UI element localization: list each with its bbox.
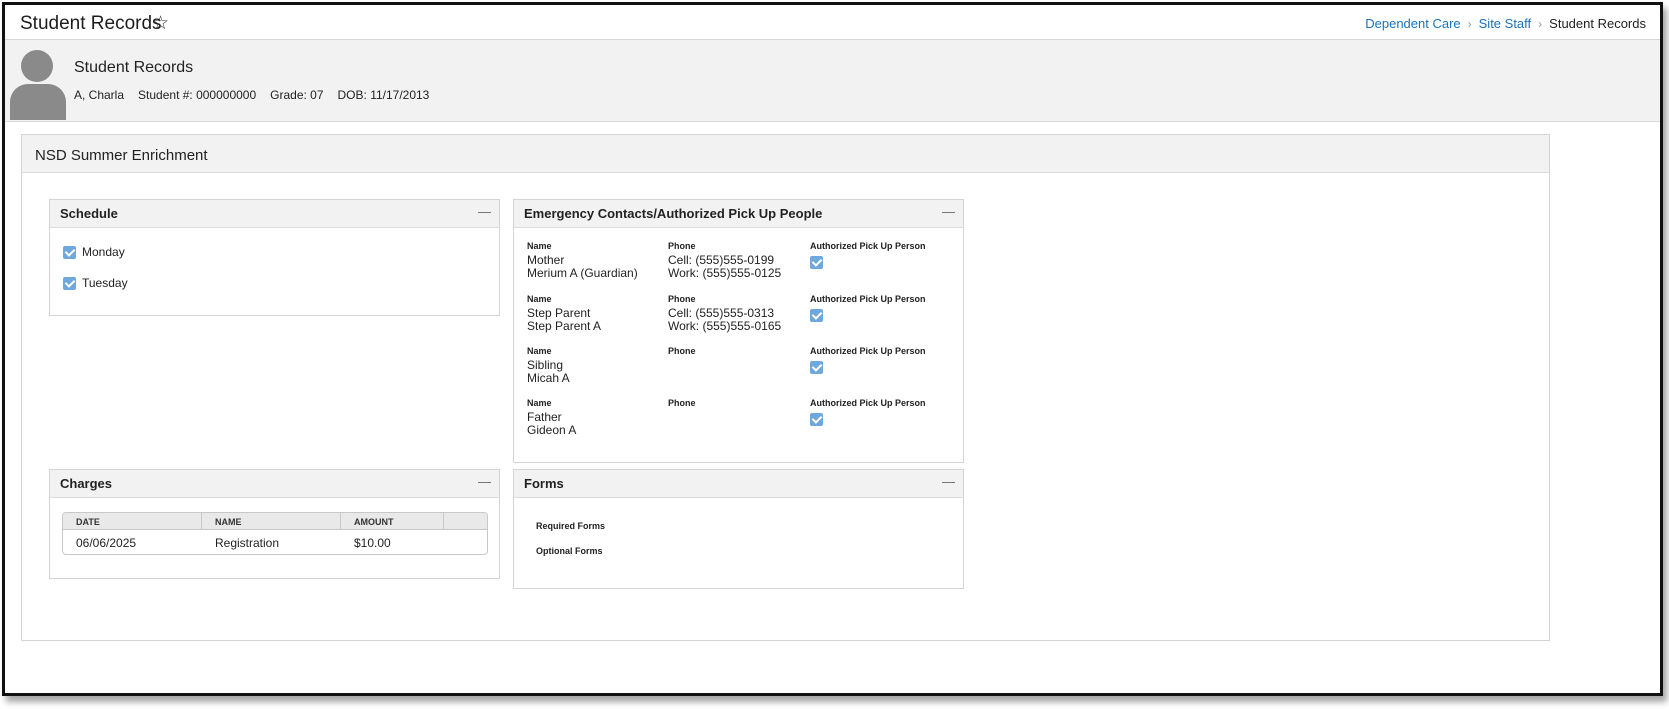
breadcrumb-student-records: Student Records xyxy=(1549,16,1646,31)
required-forms-label: Required Forms xyxy=(536,521,606,531)
forms-title: Forms xyxy=(524,476,564,491)
phone-header: Phone xyxy=(668,398,696,408)
student-grade: Grade: 07 xyxy=(270,88,324,102)
schedule-day-label: Tuesday xyxy=(82,276,128,290)
breadcrumb: Dependent Care › Site Staff › Student Re… xyxy=(1365,16,1646,31)
banner-title: Student Records xyxy=(74,59,194,76)
checkbox-checked[interactable] xyxy=(63,276,76,290)
authorized-checkbox[interactable] xyxy=(810,413,823,426)
collapse-icon[interactable]: — xyxy=(942,204,955,219)
charge-amount: $10.00 xyxy=(354,536,391,550)
contact-row: Name Step Parent Step Parent A Phone Cel… xyxy=(527,294,947,344)
breadcrumb-site-staff[interactable]: Site Staff xyxy=(1479,16,1532,31)
student-dob: DOB: 11/17/2013 xyxy=(337,88,430,102)
checkbox-checked[interactable] xyxy=(63,245,76,259)
contact-name: Gideon A xyxy=(527,423,577,437)
contacts-title: Emergency Contacts/Authorized Pick Up Pe… xyxy=(524,206,823,221)
schedule-day-tuesday: Tuesday xyxy=(63,276,499,290)
charge-name: Registration xyxy=(215,536,280,550)
program-card: NSD Summer Enrichment Schedule — Monday … xyxy=(21,134,1550,641)
name-header: Name xyxy=(527,241,552,251)
charge-date: 06/06/2025 xyxy=(76,536,137,550)
contact-row: Name Father Gideon A Phone Authorized Pi… xyxy=(527,398,947,448)
forms-panel: Forms — Required Forms Optional Forms xyxy=(513,469,964,589)
col-amount[interactable]: AMOUNT xyxy=(341,513,444,529)
student-banner: Student Records A, Charla Student #: 000… xyxy=(5,40,1660,122)
collapse-icon[interactable]: — xyxy=(478,474,491,489)
contact-row: Name Sibling Micah A Phone Authorized Pi… xyxy=(527,346,947,396)
contact-phone-work: Work: (555)555-0125 xyxy=(668,266,782,280)
authorized-checkbox[interactable] xyxy=(810,361,823,374)
schedule-panel: Schedule — Monday Tuesday xyxy=(49,199,500,316)
col-name[interactable]: NAME xyxy=(202,513,341,529)
col-date[interactable]: DATE xyxy=(63,513,202,529)
authorized-header: Authorized Pick Up Person xyxy=(810,346,926,356)
page-title: Student Records xyxy=(20,13,162,34)
top-header: Student Records ☆ Dependent Care › Site … xyxy=(5,5,1660,40)
schedule-day-monday: Monday xyxy=(63,245,499,259)
phone-header: Phone xyxy=(668,346,696,356)
contact-phone-work: Work: (555)555-0165 xyxy=(668,319,782,333)
charges-title: Charges xyxy=(60,476,113,491)
breadcrumb-dependent-care[interactable]: Dependent Care xyxy=(1365,16,1460,31)
student-info: A, Charla Student #: 000000000 Grade: 07… xyxy=(74,88,429,102)
schedule-title: Schedule xyxy=(60,206,118,221)
collapse-icon[interactable]: — xyxy=(478,204,491,219)
name-header: Name xyxy=(527,346,552,356)
table-header: DATE NAME AMOUNT xyxy=(63,513,487,530)
favorite-star-icon[interactable]: ☆ xyxy=(152,12,169,35)
contact-name: Merium A (Guardian) xyxy=(527,266,638,280)
table-row[interactable]: 06/06/2025 Registration $10.00 xyxy=(63,530,487,554)
authorized-header: Authorized Pick Up Person xyxy=(810,398,926,408)
contact-name: Step Parent A xyxy=(527,319,602,333)
charges-table: DATE NAME AMOUNT 06/06/2025 Registration… xyxy=(62,512,488,555)
app-window: Student Records ☆ Dependent Care › Site … xyxy=(2,2,1663,696)
student-number: Student #: 000000000 xyxy=(138,88,257,102)
authorized-checkbox[interactable] xyxy=(810,256,823,269)
authorized-header: Authorized Pick Up Person xyxy=(810,241,926,251)
optional-forms-label: Optional Forms xyxy=(536,546,603,556)
name-header: Name xyxy=(527,398,552,408)
student-name: A, Charla xyxy=(74,88,125,102)
schedule-day-label: Monday xyxy=(82,245,125,259)
avatar-person-icon xyxy=(10,50,66,120)
collapse-icon[interactable]: — xyxy=(942,474,955,489)
authorized-header: Authorized Pick Up Person xyxy=(810,294,926,304)
name-header: Name xyxy=(527,294,552,304)
contact-name: Micah A xyxy=(527,371,570,385)
charges-panel: Charges — DATE NAME AMOUNT 06/06/2025 Re… xyxy=(49,469,500,579)
chevron-right-icon: › xyxy=(1467,16,1472,31)
chevron-right-icon: › xyxy=(1538,16,1543,31)
phone-header: Phone xyxy=(668,294,696,304)
authorized-checkbox[interactable] xyxy=(810,309,823,322)
contact-row: Name Mother Merium A (Guardian) Phone Ce… xyxy=(527,241,947,291)
program-title: NSD Summer Enrichment xyxy=(22,135,1549,173)
emergency-contacts-panel: Emergency Contacts/Authorized Pick Up Pe… xyxy=(513,199,964,463)
phone-header: Phone xyxy=(668,241,696,251)
